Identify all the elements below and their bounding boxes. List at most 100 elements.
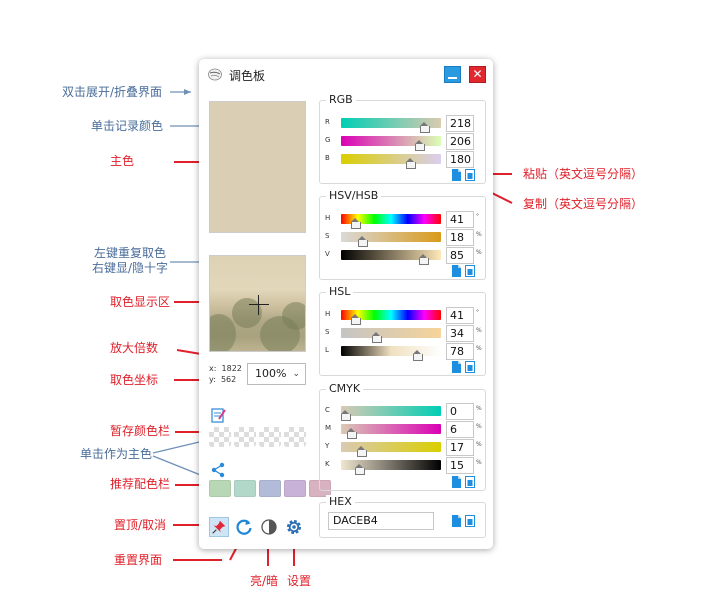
cmyk-label: CMYK [326, 382, 364, 395]
channel-unit: % [476, 405, 482, 412]
cmyk-row-k: K 15% [320, 457, 487, 475]
temp-color-slot[interactable] [284, 427, 306, 447]
recommended-color-swatch[interactable] [259, 480, 281, 497]
hex-input[interactable]: DACEB4 [328, 512, 434, 530]
annotation-coords: 取色坐标 [110, 373, 159, 387]
cmyk-row-m: M 6% [320, 421, 487, 439]
recommended-color-bar[interactable] [209, 480, 331, 498]
minimize-button[interactable] [444, 66, 461, 83]
channel-value-input[interactable]: 85 [446, 247, 474, 264]
channel-slider[interactable] [341, 424, 441, 439]
channel-slider[interactable] [341, 442, 441, 457]
channel-slider[interactable] [341, 460, 441, 475]
close-button[interactable]: ✕ [469, 66, 486, 83]
channel-value-input[interactable]: 15 [446, 457, 474, 474]
crosshair-vertical [258, 295, 259, 315]
paste-icon[interactable] [451, 169, 461, 181]
channel-slider[interactable] [341, 118, 441, 133]
hsv-copy-icons [451, 265, 477, 277]
slider-thumb[interactable] [341, 410, 351, 421]
temp-color-slot[interactable] [234, 427, 256, 447]
channel-value-input[interactable]: 41 [446, 211, 474, 228]
pin-button[interactable] [209, 517, 229, 537]
copy-icon[interactable] [465, 476, 475, 488]
channel-slider[interactable] [341, 136, 441, 151]
channel-value-input[interactable]: 17 [446, 439, 474, 456]
channel-value-input[interactable]: 34 [446, 325, 474, 342]
annotation-expand: 双击展开/折叠界面 [62, 85, 163, 99]
hex-label: HEX [326, 495, 355, 508]
channel-label: K [325, 460, 330, 468]
channel-value-input[interactable]: 6 [446, 421, 474, 438]
rgb-group: RGB R 218 G 206 B 180 [319, 93, 487, 184]
hsl-row-l: L 78% [320, 343, 487, 361]
channel-value-input[interactable]: 180 [446, 151, 474, 168]
channel-label: B [325, 154, 330, 162]
channel-value-input[interactable]: 78 [446, 343, 474, 360]
channel-slider[interactable] [341, 310, 441, 325]
slider-thumb[interactable] [356, 446, 367, 457]
channel-slider[interactable] [341, 250, 441, 265]
color-sample-display[interactable] [209, 255, 306, 352]
copy-icon[interactable] [465, 515, 475, 527]
channel-slider[interactable] [341, 346, 441, 361]
settings-button[interactable] [284, 517, 304, 537]
palette-window[interactable]: 调色板 ✕ x: 1822 y: 562 100% ⌄ RGB R 218 G … [199, 59, 493, 549]
theme-toggle-button[interactable] [259, 517, 279, 537]
pin-icon [212, 520, 226, 534]
slider-thumb[interactable] [372, 332, 383, 343]
slider-thumb[interactable] [351, 218, 362, 229]
chevron-down-icon: ⌄ [292, 369, 300, 379]
main-color-swatch[interactable] [209, 101, 306, 233]
temp-color-slot[interactable] [259, 427, 281, 447]
channel-slider[interactable] [341, 328, 441, 343]
channel-unit: % [476, 459, 482, 466]
channel-value-input[interactable]: 0 [446, 403, 474, 420]
coord-y-label: y: [209, 375, 216, 384]
recommended-color-swatch[interactable] [209, 480, 231, 497]
channel-slider[interactable] [341, 154, 441, 169]
channel-slider[interactable] [341, 406, 441, 421]
copy-icon[interactable] [465, 169, 475, 181]
paste-icon[interactable] [451, 361, 461, 373]
window-title: 调色板 [229, 69, 266, 83]
slider-thumb[interactable] [419, 254, 430, 265]
slider-thumb[interactable] [419, 122, 430, 133]
copy-icon[interactable] [465, 265, 475, 277]
channel-label: H [325, 214, 331, 222]
title-bar[interactable]: 调色板 ✕ [199, 59, 493, 91]
notepad-icon[interactable] [210, 407, 226, 423]
paste-icon[interactable] [451, 265, 461, 277]
annotation-theme: 亮/暗 [250, 574, 279, 588]
paste-icon[interactable] [451, 515, 461, 527]
coord-y-value: 562 [220, 375, 237, 384]
reset-button[interactable] [234, 517, 254, 537]
rgb-copy-icons [451, 169, 477, 181]
recommended-color-swatch[interactable] [234, 480, 256, 497]
rgb-row-b: B 180 [320, 151, 487, 169]
zoom-select[interactable]: 100% ⌄ [247, 363, 306, 385]
channel-value-input[interactable]: 18 [446, 229, 474, 246]
channel-value-input[interactable]: 41 [446, 307, 474, 324]
slider-thumb[interactable] [412, 350, 423, 361]
channel-slider[interactable] [341, 232, 441, 247]
paste-icon[interactable] [451, 476, 461, 488]
slider-thumb[interactable] [351, 314, 362, 325]
copy-icon[interactable] [465, 361, 475, 373]
slider-thumb[interactable] [415, 140, 426, 151]
channel-slider[interactable] [341, 214, 441, 229]
slider-thumb[interactable] [357, 236, 368, 247]
slider-thumb[interactable] [354, 464, 365, 475]
recommended-color-swatch[interactable] [284, 480, 306, 497]
slider-thumb[interactable] [346, 428, 357, 439]
temp-color-bar[interactable] [209, 427, 308, 447]
cmyk-copy-icons [451, 476, 477, 488]
slider-thumb[interactable] [405, 158, 416, 169]
coord-x-label: x: [209, 364, 217, 373]
channel-value-input[interactable]: 218 [446, 115, 474, 132]
cmyk-group: CMYK C 0% M 6% Y 17% K 15% [319, 382, 487, 491]
temp-color-slot[interactable] [209, 427, 231, 447]
channel-label: S [325, 328, 330, 336]
coord-y-row: y: 562 [209, 374, 242, 385]
channel-value-input[interactable]: 206 [446, 133, 474, 150]
